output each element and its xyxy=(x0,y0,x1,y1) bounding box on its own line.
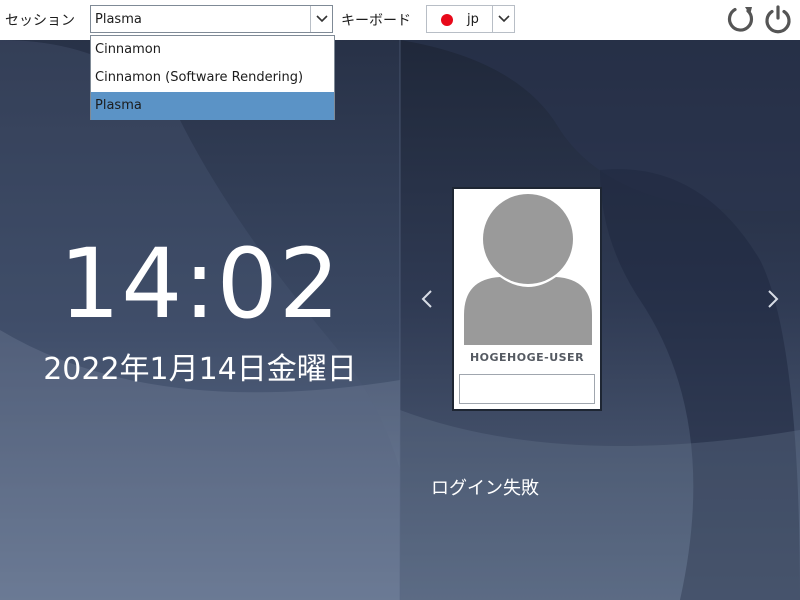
session-label: セッション xyxy=(5,13,75,29)
chevron-down-icon xyxy=(316,15,328,23)
keyboard-label: キーボード xyxy=(341,13,411,29)
next-user-arrow-icon[interactable] xyxy=(766,288,780,310)
session-select[interactable]: Plasma xyxy=(90,5,333,33)
session-dropdown-list: Cinnamon Cinnamon (Software Rendering) P… xyxy=(90,35,335,120)
session-select-value: Plasma xyxy=(95,12,142,27)
chevron-down-icon xyxy=(498,15,510,23)
session-option-cinnamon-software[interactable]: Cinnamon (Software Rendering) xyxy=(91,64,334,92)
user-avatar-icon xyxy=(464,194,592,345)
keyboard-layout-select[interactable]: jp xyxy=(426,5,515,33)
japan-flag-icon xyxy=(441,14,453,26)
user-card[interactable]: HOGEHOGE-USER xyxy=(452,187,602,411)
keyboard-select-arrow[interactable] xyxy=(492,6,514,32)
login-status-message: ログイン失敗 xyxy=(431,478,539,499)
session-option-plasma[interactable]: Plasma xyxy=(91,92,334,120)
keyboard-select-value: jp xyxy=(467,12,479,27)
password-field[interactable] xyxy=(459,374,595,404)
session-select-arrow[interactable] xyxy=(310,6,332,32)
top-bar: セッション Plasma キーボード jp xyxy=(0,0,800,40)
previous-user-arrow-icon[interactable] xyxy=(420,288,434,310)
restart-icon[interactable] xyxy=(726,4,756,34)
session-option-cinnamon[interactable]: Cinnamon xyxy=(91,36,334,64)
clock-date: 2022年1月14日金曜日 xyxy=(43,352,357,387)
power-icon[interactable] xyxy=(763,4,793,34)
user-name: HOGEHOGE-USER xyxy=(469,351,585,364)
clock-time: 14:02 xyxy=(59,228,341,340)
